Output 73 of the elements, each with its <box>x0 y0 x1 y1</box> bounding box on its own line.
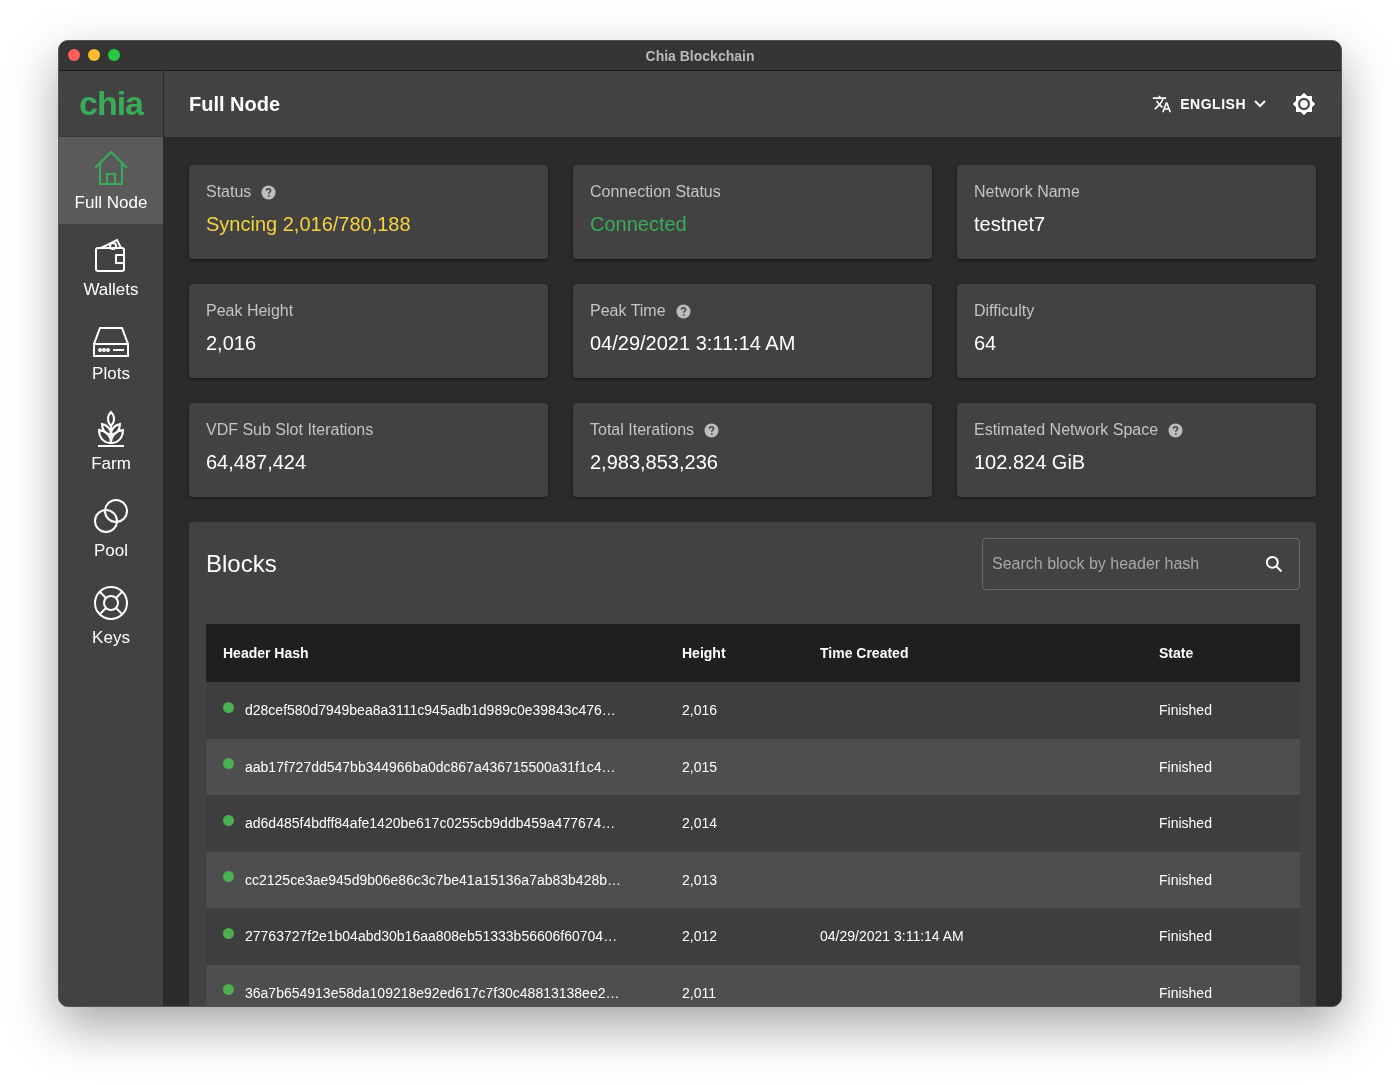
header-hash: cc2125ce3ae945d9b06e86c3c7be41a15136a7ab83b428b… <box>245 871 622 888</box>
stat-label: Peak Height <box>206 302 294 320</box>
table-row[interactable]: cc2125ce3ae945d9b06e86c3c7be41a15136a7ab83b428b… 2,013 Finished <box>206 851 1300 908</box>
chevron-down-icon <box>1254 100 1266 108</box>
table-cell-text: 2,013 <box>682 871 719 888</box>
table-cell-text: 2,011 <box>682 984 717 1001</box>
table-cell-text: 2,014 <box>682 815 719 832</box>
table-cell-text: Finished <box>1159 984 1213 1001</box>
stat-value: 2,016 <box>206 332 258 355</box>
hard-drive-icon <box>92 325 130 358</box>
stat-label: Connection Status <box>590 183 721 201</box>
stat-value: 04/29/2021 3:11:14 AM <box>590 332 797 355</box>
help-icon[interactable] <box>704 422 720 438</box>
lifebuoy-icon <box>92 583 130 622</box>
sidebar-item[interactable]: Full Node <box>59 137 163 224</box>
header-hash: 36a7b654913e58da109218e92ed617c7f30c48813138ee2… <box>245 984 620 1001</box>
stat-value: Connected <box>590 213 688 236</box>
table-row[interactable]: aab17f727dd547bb344966ba0dc867a436715500a31f1c4… 2,015 Finished <box>206 738 1300 795</box>
sidebar-item[interactable]: Keys <box>59 572 163 659</box>
table-cell-text: Finished <box>1159 815 1213 832</box>
stat-value: 64,487,424 <box>206 451 308 474</box>
brightness-icon[interactable] <box>1292 92 1316 116</box>
help-icon[interactable] <box>675 303 691 319</box>
search-icon[interactable] <box>1264 554 1284 574</box>
sidebar-item[interactable]: Pool <box>59 485 163 572</box>
minimize-button[interactable] <box>88 49 100 61</box>
table-row[interactable]: d28cef580d7949bea8a3111c945adb1d989c0e39843c476… 2,016 Finished <box>206 682 1300 739</box>
help-icon[interactable] <box>261 184 277 200</box>
header-hash: ad6d485f4bdff84afe1420be617c0255cb9ddb459a477674… <box>245 815 616 832</box>
header-hash: aab17f727dd547bb344966ba0dc867a436715500a31f1c4… <box>245 758 616 775</box>
circles-icon <box>92 496 130 535</box>
sidebar-item[interactable]: Farm <box>59 398 163 485</box>
stat-value: 2,983,853,236 <box>590 451 719 474</box>
table-cell-text: 2,012 <box>682 928 719 945</box>
table-row[interactable]: 27763727f2e1b04abd30b16aa808eb51333b56606f60704… 2,012 04/29/2021 3:11:14 AM Finished <box>206 908 1300 965</box>
stat-value: Syncing 2,016/780,188 <box>206 213 412 236</box>
stat-label: Total Iterations <box>590 421 695 439</box>
stat-label: Status <box>206 183 252 201</box>
stat-value: 64 <box>974 332 998 355</box>
search-field[interactable]: Search block by header hash <box>982 538 1300 590</box>
table-cell: 04/29/2021 3:11:14 AM <box>820 928 964 945</box>
language-selector[interactable]: ENGLISH <box>1146 93 1272 115</box>
section-title: Blocks <box>206 550 277 578</box>
header-hash: d28cef580d7949bea8a3111c945adb1d989c0e39843c476… <box>245 702 616 719</box>
table-cell-text: Finished <box>1159 702 1213 719</box>
close-button[interactable] <box>68 49 80 61</box>
column-header: Time Created <box>820 645 910 661</box>
help-icon[interactable] <box>1168 422 1184 438</box>
stat-label: VDF Sub Slot Iterations <box>206 421 374 439</box>
zoom-button[interactable] <box>108 49 120 61</box>
table-cell-text: Finished <box>1159 928 1213 945</box>
table-cell-text: Finished <box>1159 871 1213 888</box>
window-title: Chia Blockchain <box>645 47 755 64</box>
sidebar-item[interactable]: Wallets <box>59 224 163 311</box>
stat-label: Network Name <box>974 183 1080 201</box>
stat-label: Estimated Network Space <box>974 421 1159 439</box>
table-row[interactable]: 36a7b654913e58da109218e92ed617c7f30c48813138ee2… 2,011 Finished <box>206 964 1300 1006</box>
column-header: Header Hash <box>223 645 310 661</box>
sidebar-item[interactable]: Plots <box>59 311 163 398</box>
translate-icon <box>1152 94 1173 114</box>
stat-label: Peak Time <box>590 302 666 320</box>
column-header: Height <box>682 645 727 661</box>
table-row[interactable]: ad6d485f4bdff84afe1420be617c0255cb9ddb459a477674… 2,014 Finished <box>206 795 1300 852</box>
stat-value: testnet7 <box>974 213 1047 236</box>
table-cell-text: Finished <box>1159 758 1213 775</box>
column-header: State <box>1159 645 1195 661</box>
table-cell-text: 2,016 <box>682 702 719 719</box>
stat-label: Difficulty <box>974 302 1035 320</box>
house-icon <box>92 148 130 187</box>
header-hash: 27763727f2e1b04abd30b16aa808eb51333b56606f60704… <box>245 928 618 945</box>
page-title: Full Node <box>189 92 281 116</box>
stat-value: 102.824 GiB <box>974 451 1087 474</box>
table-cell-text: 2,015 <box>682 758 719 775</box>
